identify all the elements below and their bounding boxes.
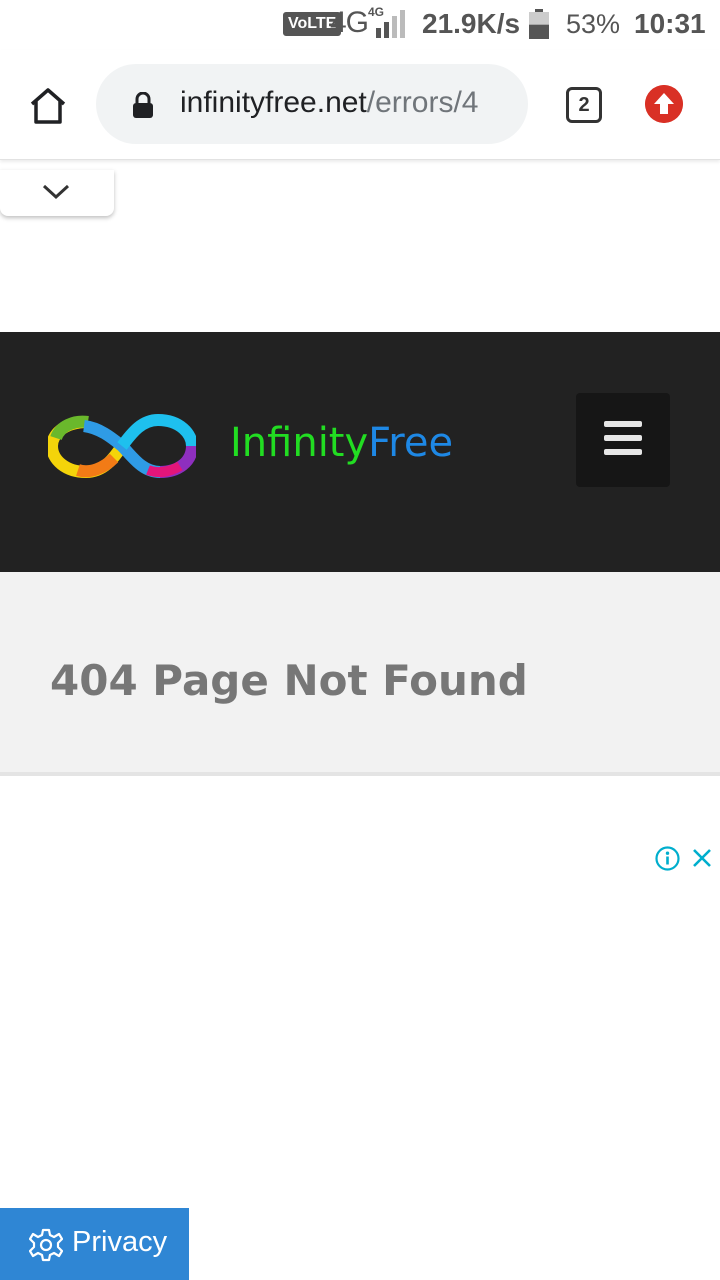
url-text: infinityfree.net/errors/4 (180, 86, 478, 120)
menu-bar-icon (604, 435, 642, 441)
site-logo-text[interactable]: InfinityFree (230, 420, 453, 466)
network-type: 4G (330, 6, 369, 39)
update-icon[interactable] (645, 85, 683, 123)
battery-icon (529, 9, 549, 39)
home-icon[interactable] (26, 84, 70, 128)
logo-word-infinity: Infinity (230, 420, 369, 466)
menu-bar-icon (604, 421, 642, 427)
chevron-down-icon (42, 184, 70, 200)
lock-icon (133, 92, 153, 118)
close-icon[interactable] (691, 847, 713, 869)
address-bar[interactable]: infinityfree.net/errors/4 (96, 64, 528, 144)
clock: 10:31 (634, 8, 706, 39)
browser-toolbar: infinityfree.net/errors/4 2 (0, 50, 720, 160)
info-icon[interactable] (655, 846, 680, 871)
network-speed: 21.9K/s (422, 8, 521, 39)
collapse-toolbar-button[interactable] (0, 170, 114, 216)
tab-switcher-button[interactable]: 2 (566, 87, 602, 123)
url-host: infinityfree.net (180, 86, 367, 119)
battery-percent: 53% (566, 9, 621, 39)
infinity-logo-icon[interactable] (48, 408, 196, 484)
status-bar: VoLTE 4G 4G 21.9K/s 53% 10:31 (0, 0, 720, 50)
privacy-button[interactable]: Privacy (0, 1208, 189, 1280)
logo-word-free: Free (368, 420, 454, 466)
hamburger-menu-button[interactable] (576, 393, 670, 487)
signal-icon (376, 10, 405, 38)
page-title: 404 Page Not Found (50, 656, 528, 705)
url-path: /errors/4 (366, 86, 479, 119)
gear-icon (29, 1228, 63, 1262)
privacy-label: Privacy (72, 1226, 168, 1258)
menu-bar-icon (604, 449, 642, 455)
